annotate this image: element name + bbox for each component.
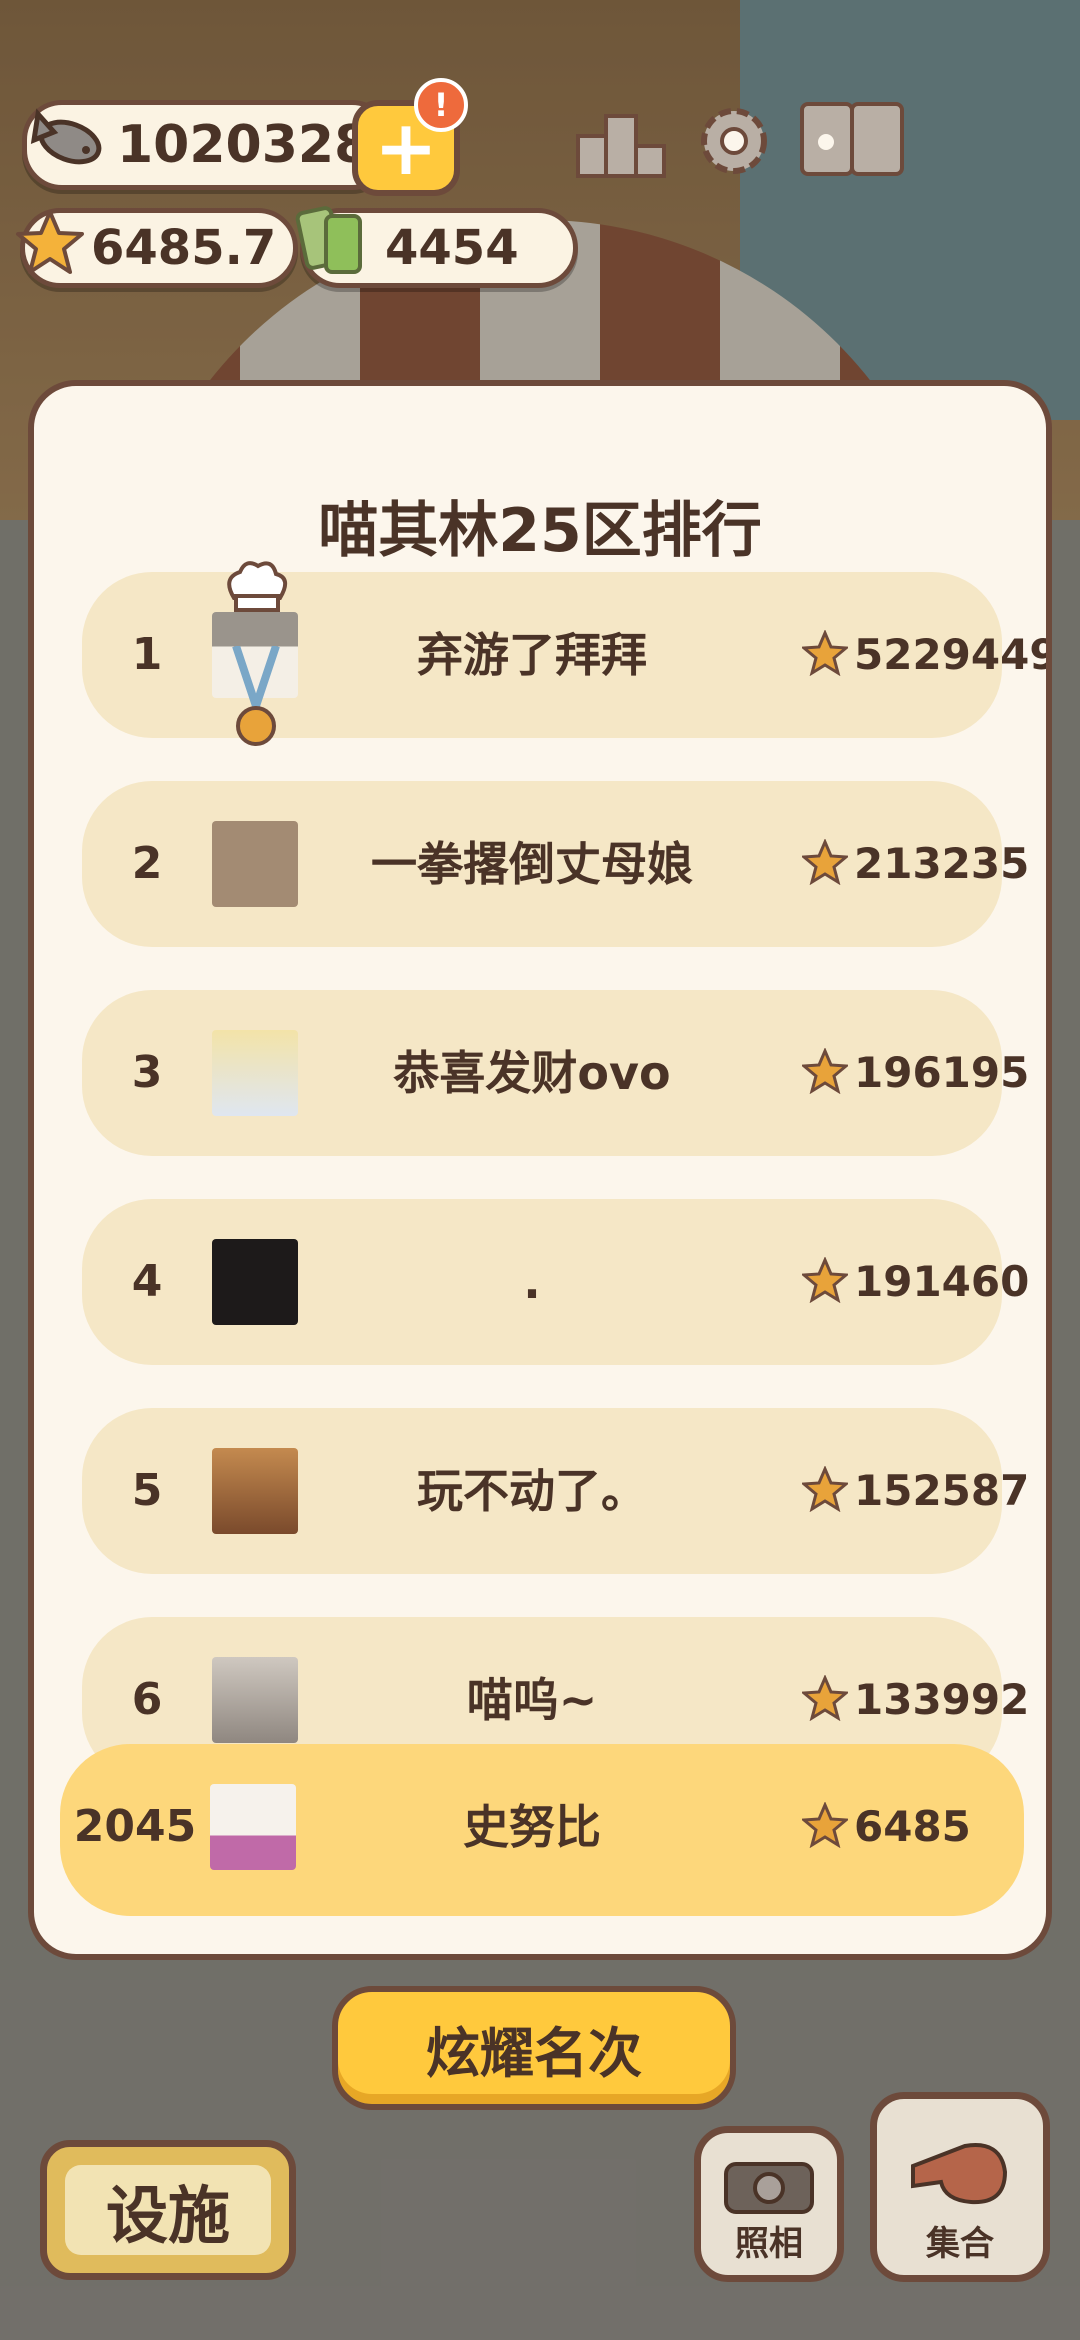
paw-book-icon[interactable]	[796, 96, 910, 186]
medal-icon	[232, 646, 280, 746]
player-name: 弃游了拜拜	[417, 628, 647, 682]
facility-button[interactable]: 设施	[40, 2140, 296, 2280]
can-icon	[295, 206, 362, 274]
my-ranking-row[interactable]: 2045 史努比 6485	[60, 1744, 1024, 1916]
gear-icon[interactable]	[684, 96, 784, 186]
rank-number: 1	[131, 629, 163, 680]
player-score: 191460	[854, 1257, 1030, 1306]
avatar	[210, 1784, 296, 1870]
can-counter-value: 4454	[385, 220, 519, 276]
player-name: .	[523, 1255, 541, 1309]
ranking-panel: 喵其林25区排行 1 弃游了拜拜 52294494 2 一拳撂倒丈母娘 2132…	[28, 380, 1052, 1960]
fish-counter-value: 1020328	[117, 115, 371, 175]
star-icon	[802, 1257, 848, 1303]
player-score: 52294494	[854, 630, 1046, 679]
star-icon	[802, 630, 848, 676]
avatar	[212, 1030, 298, 1116]
rank-number: 2	[131, 838, 163, 889]
avatar	[212, 1239, 298, 1325]
avatar	[212, 821, 298, 907]
ranking-row[interactable]: 2 一拳撂倒丈母娘 213235	[82, 781, 1029, 947]
star-icon	[802, 1466, 848, 1512]
player-score: 213235	[854, 839, 1030, 888]
star-icon	[802, 1048, 848, 1094]
star-icon	[802, 1675, 848, 1721]
camera-icon	[724, 2162, 814, 2214]
fish-icon	[30, 108, 102, 165]
player-name: 玩不动了。	[417, 1464, 647, 1518]
ranking-row[interactable]: 3 恭喜发财ovo 196195	[82, 990, 1029, 1156]
ranking-title: 喵其林25区排行	[318, 496, 762, 566]
photo-button[interactable]: 照相	[694, 2126, 844, 2282]
player-name: 一拳撂倒丈母娘	[371, 837, 693, 891]
star-icon	[802, 1802, 848, 1848]
avatar	[212, 1657, 298, 1743]
player-score: 6485	[854, 1802, 971, 1851]
ranking-row[interactable]: 4 . 191460	[82, 1199, 1029, 1365]
ranking-row[interactable]: 1 弃游了拜拜 52294494	[82, 572, 1046, 738]
rank-number: 3	[131, 1047, 163, 1098]
rank-number: 4	[131, 1256, 163, 1307]
chef-hat-icon	[227, 561, 288, 612]
gather-button[interactable]: 集合	[870, 2092, 1050, 2282]
alert-badge: !	[414, 78, 468, 132]
player-name: 史努比	[463, 1800, 601, 1854]
rank-number: 2045	[73, 1801, 197, 1852]
star-icon	[16, 210, 84, 274]
player-score: 152587	[854, 1466, 1030, 1515]
rank-number: 5	[131, 1465, 163, 1516]
avatar	[212, 1448, 298, 1534]
podium-icon[interactable]	[572, 96, 672, 186]
show-rank-button[interactable]: 炫耀名次	[332, 1986, 736, 2110]
ranking-row[interactable]: 5 玩不动了。 152587	[82, 1408, 1029, 1574]
facility-label: 设施	[65, 2165, 271, 2255]
star-icon	[802, 839, 848, 885]
player-score: 196195	[854, 1048, 1030, 1097]
whistle-icon	[911, 2143, 1008, 2205]
gather-label: 集合	[926, 2224, 994, 2264]
photo-label: 照相	[735, 2224, 803, 2264]
player-name: 恭喜发财ovo	[393, 1046, 671, 1100]
star-counter-value: 6485.7	[91, 220, 277, 276]
